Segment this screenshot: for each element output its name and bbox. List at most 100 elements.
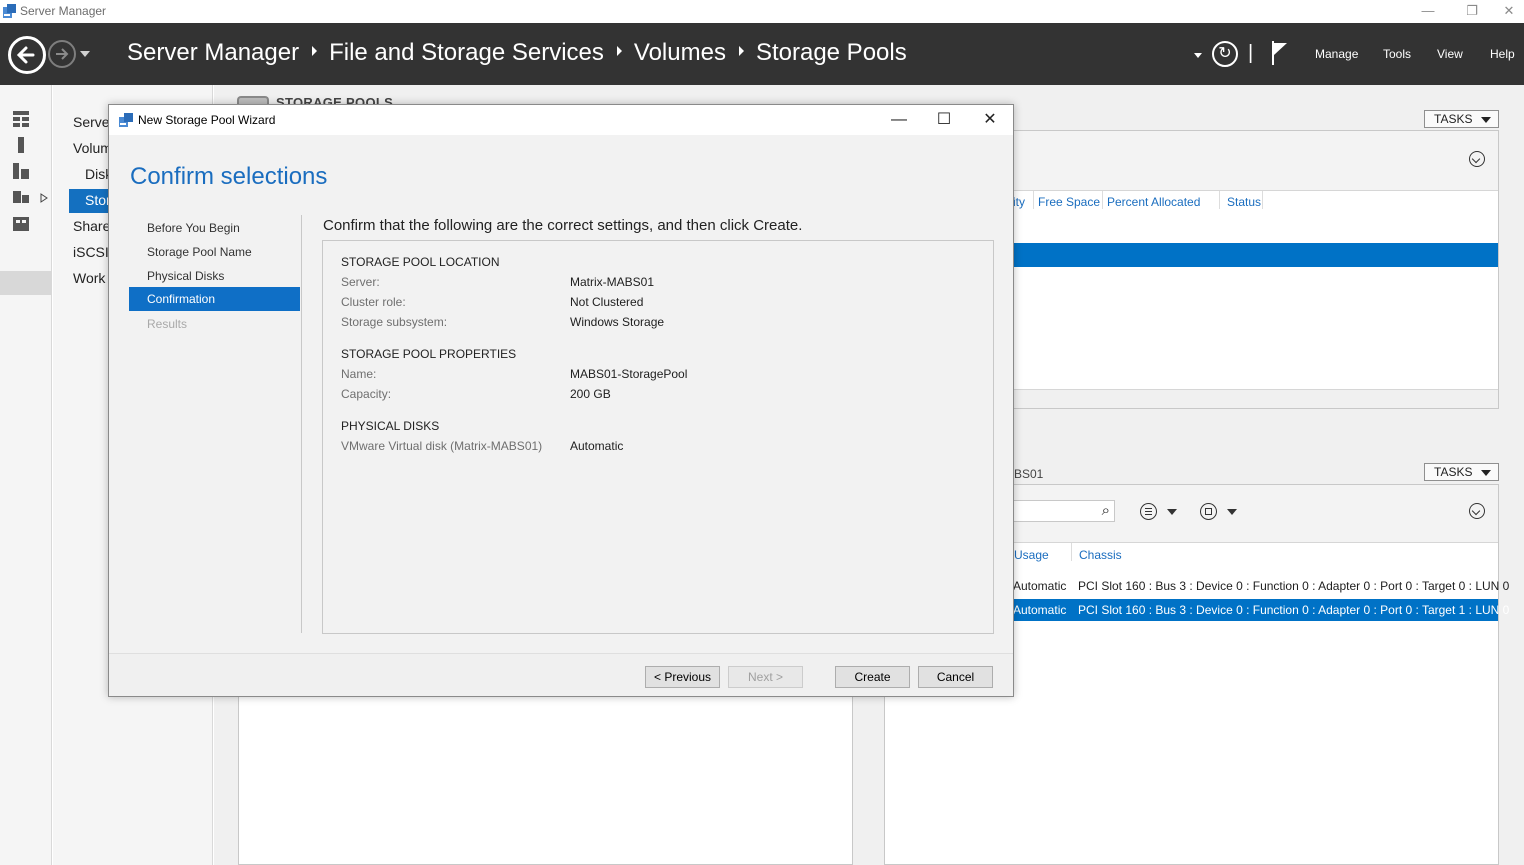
menu-help[interactable]: Help xyxy=(1490,47,1515,61)
physical-disk-value: Automatic xyxy=(570,439,624,453)
pool-name-value: MABS01-StoragePool xyxy=(570,367,688,381)
physical-disk-label: VMware Virtual disk (Matrix-MABS01) xyxy=(341,439,543,453)
properties-section-title: STORAGE POOL PROPERTIES xyxy=(341,347,517,361)
step-before-you-begin[interactable]: Before You Begin xyxy=(147,221,240,235)
list-options-dropdown-icon[interactable] xyxy=(1167,509,1177,515)
menu-tools[interactable]: Tools xyxy=(1383,47,1411,61)
step-physical-disks[interactable]: Physical Disks xyxy=(147,269,224,283)
menu-view[interactable]: View xyxy=(1437,47,1463,61)
refresh-icon[interactable]: ↻ xyxy=(1212,41,1238,67)
list-options-icon[interactable] xyxy=(1140,503,1157,520)
pools-col-percent-allocated[interactable]: Percent Allocated xyxy=(1107,195,1200,209)
step-results: Results xyxy=(147,317,188,331)
tasks-label: TASKS xyxy=(1434,465,1473,479)
disks-subtitle: BS01 xyxy=(1014,467,1044,481)
disks-expand-icon[interactable] xyxy=(1469,503,1485,519)
wizard-close-button[interactable]: ✕ xyxy=(967,105,1013,135)
history-dropdown-icon[interactable] xyxy=(80,51,90,57)
col-separator xyxy=(1262,191,1263,209)
iis-icon[interactable] xyxy=(13,215,29,231)
disks-tasks-button[interactable]: TASKS xyxy=(1424,463,1499,481)
menu-manage[interactable]: Manage xyxy=(1315,47,1358,61)
file-storage-icon[interactable] xyxy=(13,189,29,205)
nav-item-iscsi[interactable]: iSCSI xyxy=(73,244,109,260)
pools-selected-row[interactable] xyxy=(1011,243,1498,267)
create-button[interactable]: Create xyxy=(835,666,910,688)
new-storage-pool-wizard: New Storage Pool Wizard — ☐ ✕ Confirm se… xyxy=(108,104,1014,697)
pools-footer xyxy=(1011,389,1498,408)
breadcrumb-separator-icon xyxy=(738,46,744,56)
disks-col-usage[interactable]: Usage xyxy=(1014,548,1049,562)
col-separator xyxy=(1033,191,1034,209)
page-title: Confirm selections xyxy=(130,163,328,190)
wizard-title: New Storage Pool Wizard xyxy=(138,113,276,127)
disk-chassis-cell: PCI Slot 160 : Bus 3 : Device 0 : Functi… xyxy=(1078,603,1510,617)
save-query-icon[interactable] xyxy=(1200,503,1217,520)
virtual-disks-panel xyxy=(238,690,853,865)
back-button[interactable] xyxy=(8,36,46,74)
location-section-title: STORAGE POOL LOCATION xyxy=(341,255,500,269)
pools-tasks-button[interactable]: TASKS xyxy=(1424,110,1499,128)
tasks-dropdown-icon xyxy=(1481,117,1491,123)
wizard-maximize-button[interactable]: ☐ xyxy=(921,105,967,135)
storage-subsystem-value: Windows Storage xyxy=(570,315,665,329)
col-separator xyxy=(1071,543,1072,561)
app-header: Server Manager File and Storage Services… xyxy=(0,23,1524,85)
all-servers-icon[interactable] xyxy=(13,163,29,179)
step-confirmation[interactable]: Confirmation xyxy=(129,287,300,311)
restore-button[interactable]: ❐ xyxy=(1449,0,1495,23)
search-icon[interactable]: ⌕ xyxy=(1102,502,1110,519)
previous-button[interactable]: < Previous xyxy=(645,666,720,688)
step-storage-pool-name[interactable]: Storage Pool Name xyxy=(147,245,252,259)
cluster-role-label: Cluster role: xyxy=(341,295,406,309)
capacity-value: 200 GB xyxy=(570,387,611,401)
settings-summary-box: STORAGE POOL LOCATION Server: Matrix-MAB… xyxy=(322,240,994,634)
cancel-button[interactable]: Cancel xyxy=(918,666,993,688)
disk-usage-cell: Automatic xyxy=(1013,603,1067,617)
dashboard-icon[interactable] xyxy=(13,111,29,127)
server-manager-icon xyxy=(3,4,16,18)
breadcrumb: Server Manager File and Storage Services… xyxy=(127,39,907,67)
wizard-minimize-button[interactable]: — xyxy=(876,105,922,135)
pools-col-status[interactable]: Status xyxy=(1227,195,1261,209)
save-query-dropdown-icon[interactable] xyxy=(1227,509,1237,515)
expand-arrow-icon[interactable] xyxy=(40,193,48,203)
steps-divider xyxy=(301,215,302,633)
disk-chassis-cell: PCI Slot 160 : Bus 3 : Device 0 : Functi… xyxy=(1078,579,1510,593)
col-separator xyxy=(1219,191,1220,209)
disks-col-chassis[interactable]: Chassis xyxy=(1079,548,1122,562)
forward-arrow-icon xyxy=(56,48,69,60)
window-title: Server Manager xyxy=(20,4,107,18)
disks-filter-input[interactable]: ⌕ xyxy=(1011,500,1115,522)
col-separator xyxy=(1102,191,1103,209)
cluster-role-value: Not Clustered xyxy=(570,295,644,309)
pools-col-free-space[interactable]: Free Space xyxy=(1038,195,1100,209)
breadcrumb-volumes[interactable]: Volumes xyxy=(634,39,726,67)
forward-button[interactable] xyxy=(48,40,76,68)
close-button[interactable]: ✕ xyxy=(1494,0,1524,23)
back-arrow-icon xyxy=(16,46,35,64)
pools-expand-icon[interactable] xyxy=(1469,151,1485,167)
refresh-glyph: ↻ xyxy=(1218,45,1232,62)
breadcrumb-storage-pools: Storage Pools xyxy=(755,39,907,66)
server-label: Server: xyxy=(341,275,380,289)
disk-usage-cell: Automatic xyxy=(1013,579,1067,593)
storage-subsystem-label: Storage subsystem: xyxy=(341,315,448,329)
pools-filter-bar xyxy=(1011,131,1498,191)
minimize-button[interactable]: — xyxy=(1405,0,1451,23)
storage-pools-panel: ity Free Space Percent Allocated Status xyxy=(1010,130,1499,409)
capacity-label: Capacity: xyxy=(341,387,392,401)
physical-disks-section-title: PHYSICAL DISKS xyxy=(341,419,440,433)
breadcrumb-separator-icon xyxy=(312,46,318,56)
header-separator: | xyxy=(1248,42,1254,64)
breadcrumb-server-manager[interactable]: Server Manager xyxy=(127,39,299,67)
local-server-icon[interactable] xyxy=(13,137,29,153)
tasks-dropdown-icon xyxy=(1481,470,1491,476)
left-rail xyxy=(0,85,52,865)
notifications-flag-icon[interactable] xyxy=(1271,41,1289,65)
server-value: Matrix-MABS01 xyxy=(570,275,655,289)
pools-col-capacity[interactable]: ity xyxy=(1013,195,1025,209)
refresh-dropdown-icon[interactable] xyxy=(1194,53,1202,58)
window-titlebar: Server Manager — ❐ ✕ xyxy=(0,0,1524,23)
breadcrumb-file-storage[interactable]: File and Storage Services xyxy=(329,39,604,67)
